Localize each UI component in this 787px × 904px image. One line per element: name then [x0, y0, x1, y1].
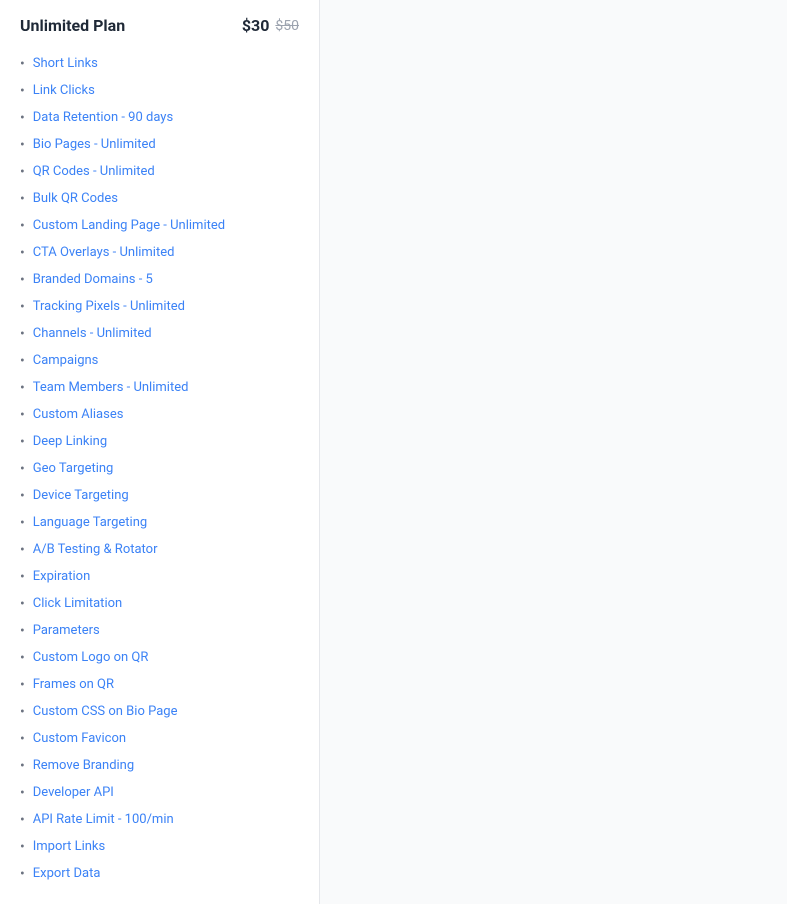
list-item-tracking-pixels: Tracking Pixels - Unlimited [20, 294, 299, 321]
feature-link-remove-branding[interactable]: Remove Branding [33, 756, 134, 776]
feature-link-custom-landing-page[interactable]: Custom Landing Page - Unlimited [33, 216, 225, 236]
feature-link-custom-css-bio[interactable]: Custom CSS on Bio Page [33, 702, 178, 722]
feature-link-team-members[interactable]: Team Members - Unlimited [33, 378, 189, 398]
plan-name: Unlimited Plan [20, 16, 125, 35]
list-item-custom-css-bio: Custom CSS on Bio Page [20, 699, 299, 726]
list-item-data-retention: Data Retention - 90 days [20, 105, 299, 132]
feature-link-custom-favicon[interactable]: Custom Favicon [33, 729, 126, 749]
list-item-custom-favicon: Custom Favicon [20, 726, 299, 753]
feature-link-device-targeting[interactable]: Device Targeting [33, 486, 129, 506]
feature-link-parameters[interactable]: Parameters [33, 621, 100, 641]
list-item-short-links: Short Links [20, 51, 299, 78]
feature-link-branded-domains[interactable]: Branded Domains - 5 [33, 270, 153, 290]
feature-link-export-data[interactable]: Export Data [33, 864, 101, 884]
list-item-remove-branding: Remove Branding [20, 753, 299, 780]
feature-link-tracking-pixels[interactable]: Tracking Pixels - Unlimited [33, 297, 185, 317]
list-item-qr-codes: QR Codes - Unlimited [20, 159, 299, 186]
plan-header: Unlimited Plan $30 $50 [20, 16, 299, 35]
list-item-custom-logo-qr: Custom Logo on QR [20, 645, 299, 672]
plan-original-price: $50 [275, 18, 299, 34]
list-item-language-targeting: Language Targeting [20, 510, 299, 537]
list-item-branded-domains: Branded Domains - 5 [20, 267, 299, 294]
feature-link-cta-overlays[interactable]: CTA Overlays - Unlimited [33, 243, 175, 263]
feature-link-qr-codes[interactable]: QR Codes - Unlimited [33, 162, 155, 182]
feature-link-geo-targeting[interactable]: Geo Targeting [33, 459, 114, 479]
list-item-custom-landing-page: Custom Landing Page - Unlimited [20, 213, 299, 240]
list-item-click-limitation: Click Limitation [20, 591, 299, 618]
list-item-channels: Channels - Unlimited [20, 321, 299, 348]
feature-link-frames-on-qr[interactable]: Frames on QR [33, 675, 114, 695]
list-item-deep-linking: Deep Linking [20, 429, 299, 456]
list-item-device-targeting: Device Targeting [20, 483, 299, 510]
feature-link-short-links[interactable]: Short Links [33, 54, 98, 74]
list-item-bio-pages: Bio Pages - Unlimited [20, 132, 299, 159]
feature-link-developer-api[interactable]: Developer API [33, 783, 114, 803]
list-item-export-data: Export Data [20, 861, 299, 888]
plan-price: $30 [242, 16, 270, 35]
list-item-link-clicks: Link Clicks [20, 78, 299, 105]
feature-link-campaigns[interactable]: Campaigns [33, 351, 99, 371]
feature-link-ab-testing[interactable]: A/B Testing & Rotator [33, 540, 158, 560]
list-item-bulk-qr-codes: Bulk QR Codes [20, 186, 299, 213]
plan-pricing: $30 $50 [242, 16, 299, 35]
list-item-api-rate-limit: API Rate Limit - 100/min [20, 807, 299, 834]
list-item-geo-targeting: Geo Targeting [20, 456, 299, 483]
features-list: Short Links Link Clicks Data Retention - 9… [20, 51, 299, 888]
feature-link-deep-linking[interactable]: Deep Linking [33, 432, 107, 452]
feature-link-expiration[interactable]: Expiration [33, 567, 91, 587]
list-item-parameters: Parameters [20, 618, 299, 645]
feature-link-bio-pages[interactable]: Bio Pages - Unlimited [33, 135, 156, 155]
list-item-team-members: Team Members - Unlimited [20, 375, 299, 402]
list-item-ab-testing: A/B Testing & Rotator [20, 537, 299, 564]
list-item-cta-overlays: CTA Overlays - Unlimited [20, 240, 299, 267]
feature-link-api-rate-limit[interactable]: API Rate Limit - 100/min [33, 810, 174, 830]
list-item-import-links: Import Links [20, 834, 299, 861]
feature-link-link-clicks[interactable]: Link Clicks [33, 81, 95, 101]
feature-link-data-retention[interactable]: Data Retention - 90 days [33, 108, 173, 128]
feature-link-bulk-qr-codes[interactable]: Bulk QR Codes [33, 189, 118, 209]
page-wrapper: Unlimited Plan $30 $50 Short Links Link C… [0, 0, 787, 904]
list-item-campaigns: Campaigns [20, 348, 299, 375]
feature-link-custom-aliases[interactable]: Custom Aliases [33, 405, 124, 425]
feature-link-click-limitation[interactable]: Click Limitation [33, 594, 122, 614]
list-item-expiration: Expiration [20, 564, 299, 591]
plan-panel: Unlimited Plan $30 $50 Short Links Link C… [0, 0, 320, 904]
list-item-developer-api: Developer API [20, 780, 299, 807]
feature-link-custom-logo-qr[interactable]: Custom Logo on QR [33, 648, 149, 668]
feature-link-import-links[interactable]: Import Links [33, 837, 106, 857]
feature-link-channels[interactable]: Channels - Unlimited [33, 324, 152, 344]
right-panel [320, 0, 787, 904]
list-item-custom-aliases: Custom Aliases [20, 402, 299, 429]
feature-link-language-targeting[interactable]: Language Targeting [33, 513, 147, 533]
list-item-frames-on-qr: Frames on QR [20, 672, 299, 699]
